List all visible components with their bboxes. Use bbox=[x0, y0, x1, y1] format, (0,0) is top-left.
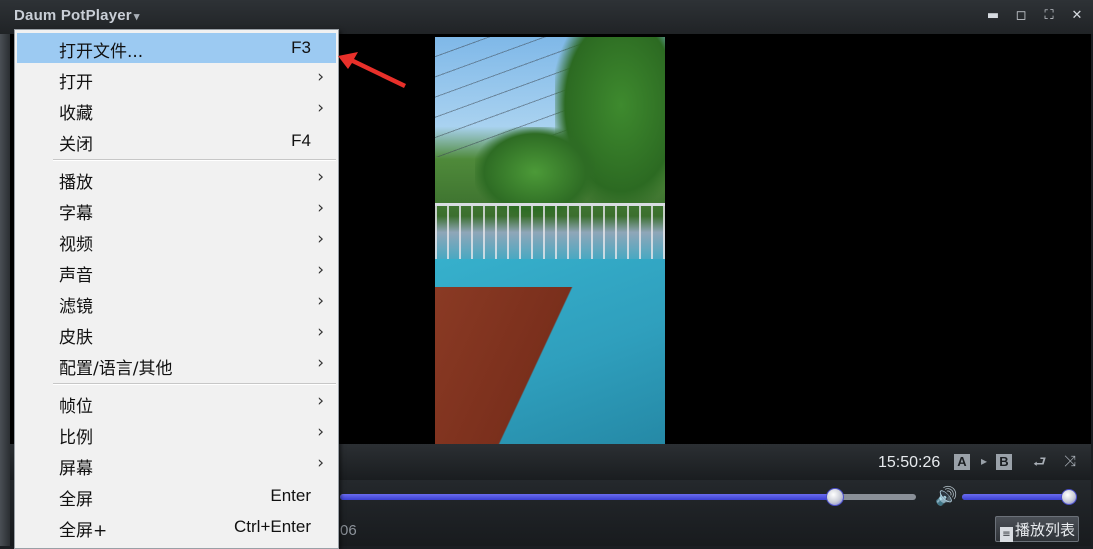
submenu-arrow-icon: › bbox=[317, 391, 324, 411]
video-frame bbox=[435, 37, 665, 444]
submenu-arrow-icon: › bbox=[317, 291, 324, 311]
menu-item[interactable]: 皮肤 › bbox=[17, 319, 336, 349]
menu-item[interactable]: 帧位 › bbox=[17, 388, 336, 418]
maximize-icon[interactable]: ◻ bbox=[1011, 6, 1031, 26]
elapsed-time-fragment: 06 bbox=[340, 522, 357, 539]
left-frame-edge bbox=[0, 34, 10, 546]
video-fence bbox=[435, 203, 665, 266]
playlist-label: 播放列表 bbox=[1015, 521, 1076, 539]
minimize-icon[interactable]: ▬ bbox=[983, 6, 1003, 26]
app-title-button[interactable]: Daum PotPlayer ▾ bbox=[14, 7, 140, 24]
video-path bbox=[435, 287, 665, 444]
menu-item-label: 全屏+ bbox=[59, 521, 108, 541]
seek-fill bbox=[340, 494, 836, 500]
submenu-arrow-icon: › bbox=[317, 260, 324, 280]
app-title-text: Daum PotPlayer bbox=[14, 7, 132, 24]
menu-item-label: 播放 bbox=[59, 173, 93, 193]
repeat-a-button[interactable]: A bbox=[954, 454, 970, 470]
menu-item[interactable]: 播放 › bbox=[17, 164, 336, 194]
menu-item[interactable]: 字幕 › bbox=[17, 195, 336, 225]
menu-item[interactable]: 比例 › bbox=[17, 419, 336, 449]
annotation-arrow-icon bbox=[338, 52, 406, 88]
menu-item-label: 收藏 bbox=[59, 104, 93, 124]
seek-handle[interactable] bbox=[826, 488, 845, 506]
menu-item-label: 全屏 bbox=[59, 490, 93, 510]
menu-item-label: 打开文件... bbox=[59, 42, 144, 62]
context-menu: 打开文件... F3 打开 › 收藏 › 关闭 F4 播放 › 字幕 › 视频 › 声音 › 滤镜 › 皮肤 › 配置/… bbox=[14, 29, 339, 549]
menu-separator bbox=[53, 159, 336, 161]
playlist-button[interactable]: ≡ 播放列表 bbox=[995, 516, 1079, 542]
menu-item[interactable]: 配置/语言/其他 › bbox=[17, 350, 336, 380]
ab-separator-icon: ▸ bbox=[981, 454, 988, 468]
menu-item-label: 打开 bbox=[59, 73, 93, 93]
submenu-arrow-icon: › bbox=[317, 422, 324, 442]
title-dropdown-icon: ▾ bbox=[133, 11, 140, 23]
menu-separator bbox=[53, 383, 336, 385]
submenu-arrow-icon: › bbox=[317, 353, 324, 373]
menu-item[interactable]: 关闭 F4 bbox=[17, 126, 336, 156]
menu-item[interactable]: 全屏+ Ctrl+Enter bbox=[17, 512, 336, 542]
menu-item-label: 比例 bbox=[59, 428, 93, 448]
menu-item-shortcut: F4 bbox=[291, 131, 311, 150]
menu-item-shortcut: F3 bbox=[291, 38, 311, 57]
submenu-arrow-icon: › bbox=[317, 198, 324, 218]
volume-slider[interactable] bbox=[962, 489, 1077, 505]
submenu-arrow-icon: › bbox=[317, 98, 324, 118]
menu-item-label: 视频 bbox=[59, 235, 93, 255]
fullscreen-icon[interactable]: ⛶ bbox=[1039, 6, 1059, 26]
menu-item-label: 声音 bbox=[59, 266, 93, 286]
menu-item[interactable]: 屏幕 › bbox=[17, 450, 336, 480]
menu-item-label: 关闭 bbox=[59, 135, 93, 155]
menu-item-shortcut: Enter bbox=[270, 486, 311, 505]
menu-item[interactable]: 视频 › bbox=[17, 226, 336, 256]
submenu-arrow-icon: › bbox=[317, 453, 324, 473]
repeat-b-button[interactable]: B bbox=[996, 454, 1012, 470]
menu-item-label: 帧位 bbox=[59, 397, 93, 417]
volume-handle[interactable] bbox=[1060, 489, 1077, 505]
volume-fill bbox=[962, 494, 1069, 500]
menu-item[interactable]: 打开文件... F3 bbox=[17, 33, 336, 63]
playlist-icon: ≡ bbox=[1000, 527, 1013, 542]
shuffle-icon[interactable]: ⤨ bbox=[1064, 452, 1076, 470]
menu-item-label: 屏幕 bbox=[59, 459, 93, 479]
menu-item[interactable]: 全屏 Enter bbox=[17, 481, 336, 511]
menu-item-label: 配置/语言/其他 bbox=[59, 359, 173, 379]
menu-item-label: 滤镜 bbox=[59, 297, 93, 317]
menu-item-label: 皮肤 bbox=[59, 328, 93, 348]
menu-item[interactable]: 滤镜 › bbox=[17, 288, 336, 318]
menu-item-shortcut: Ctrl+Enter bbox=[234, 517, 311, 536]
seek-bar[interactable] bbox=[340, 488, 916, 506]
repeat-icon[interactable]: ⮐ bbox=[1033, 452, 1047, 477]
close-icon[interactable]: ✕ bbox=[1067, 6, 1087, 26]
menu-item[interactable]: 打开 › bbox=[17, 64, 336, 94]
submenu-arrow-icon: › bbox=[317, 67, 324, 87]
submenu-arrow-icon: › bbox=[317, 322, 324, 342]
submenu-arrow-icon: › bbox=[317, 229, 324, 249]
menu-item[interactable]: 收藏 › bbox=[17, 95, 336, 125]
clock-display: 15:50:26 bbox=[878, 454, 941, 471]
menu-item[interactable]: 声音 › bbox=[17, 257, 336, 287]
submenu-arrow-icon: › bbox=[317, 167, 324, 187]
volume-icon[interactable]: 🔊 bbox=[935, 486, 957, 507]
menu-item-label: 字幕 bbox=[59, 204, 93, 224]
window-buttons: ▬ ◻ ⛶ ✕ bbox=[983, 6, 1087, 26]
